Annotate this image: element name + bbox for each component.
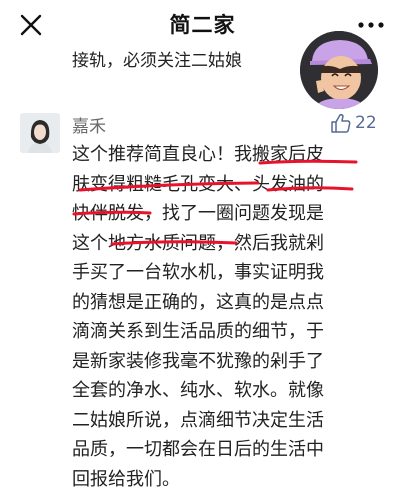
comment-line: 品质，一切都会在日后的生活中 <box>72 435 392 465</box>
comment-line: 肤变得粗糙毛孔变大、头发油的 <box>72 170 392 200</box>
comment-line: 这个推荐简直良心！我搬家后皮 <box>72 140 392 170</box>
comment-line: 全套的净水、纯水、软水。就像 <box>72 376 392 406</box>
comment-line: 的猜想是正确的，这真的是点点 <box>72 288 392 318</box>
like-count: 22 <box>355 113 377 133</box>
previous-comment-tail: 接轨，必须关注二姑娘 <box>72 46 242 71</box>
commenter-name[interactable]: 嘉禾 <box>72 112 106 137</box>
comment-line: 是新家装修我毫不犹豫的剁手了 <box>72 347 392 377</box>
comment-body: 这个推荐简直良心！我搬家后皮 肤变得粗糙毛孔变大、头发油的 快伴脱发，找了一圈问… <box>72 140 392 494</box>
author-avatar-illustration <box>300 31 378 109</box>
commenter-avatar[interactable] <box>20 113 60 153</box>
thumbs-up-icon <box>330 112 352 134</box>
comment-line: 快伴脱发，找了一圈问题发现是 <box>72 199 392 229</box>
more-horizontal-icon[interactable] <box>356 16 386 34</box>
comment-line: 滴滴关系到生活品质的细节，于 <box>72 317 392 347</box>
comment-line: 二姑娘所说，点滴细节决定生活 <box>72 406 392 436</box>
comment-line: 手买了一台软水机，事实证明我 <box>72 258 392 288</box>
comment-line: 回报给我们。 <box>72 465 392 494</box>
like-button[interactable]: 22 <box>330 112 377 134</box>
comment-line: 这个地方水质问题，然后我就剁 <box>72 229 392 259</box>
